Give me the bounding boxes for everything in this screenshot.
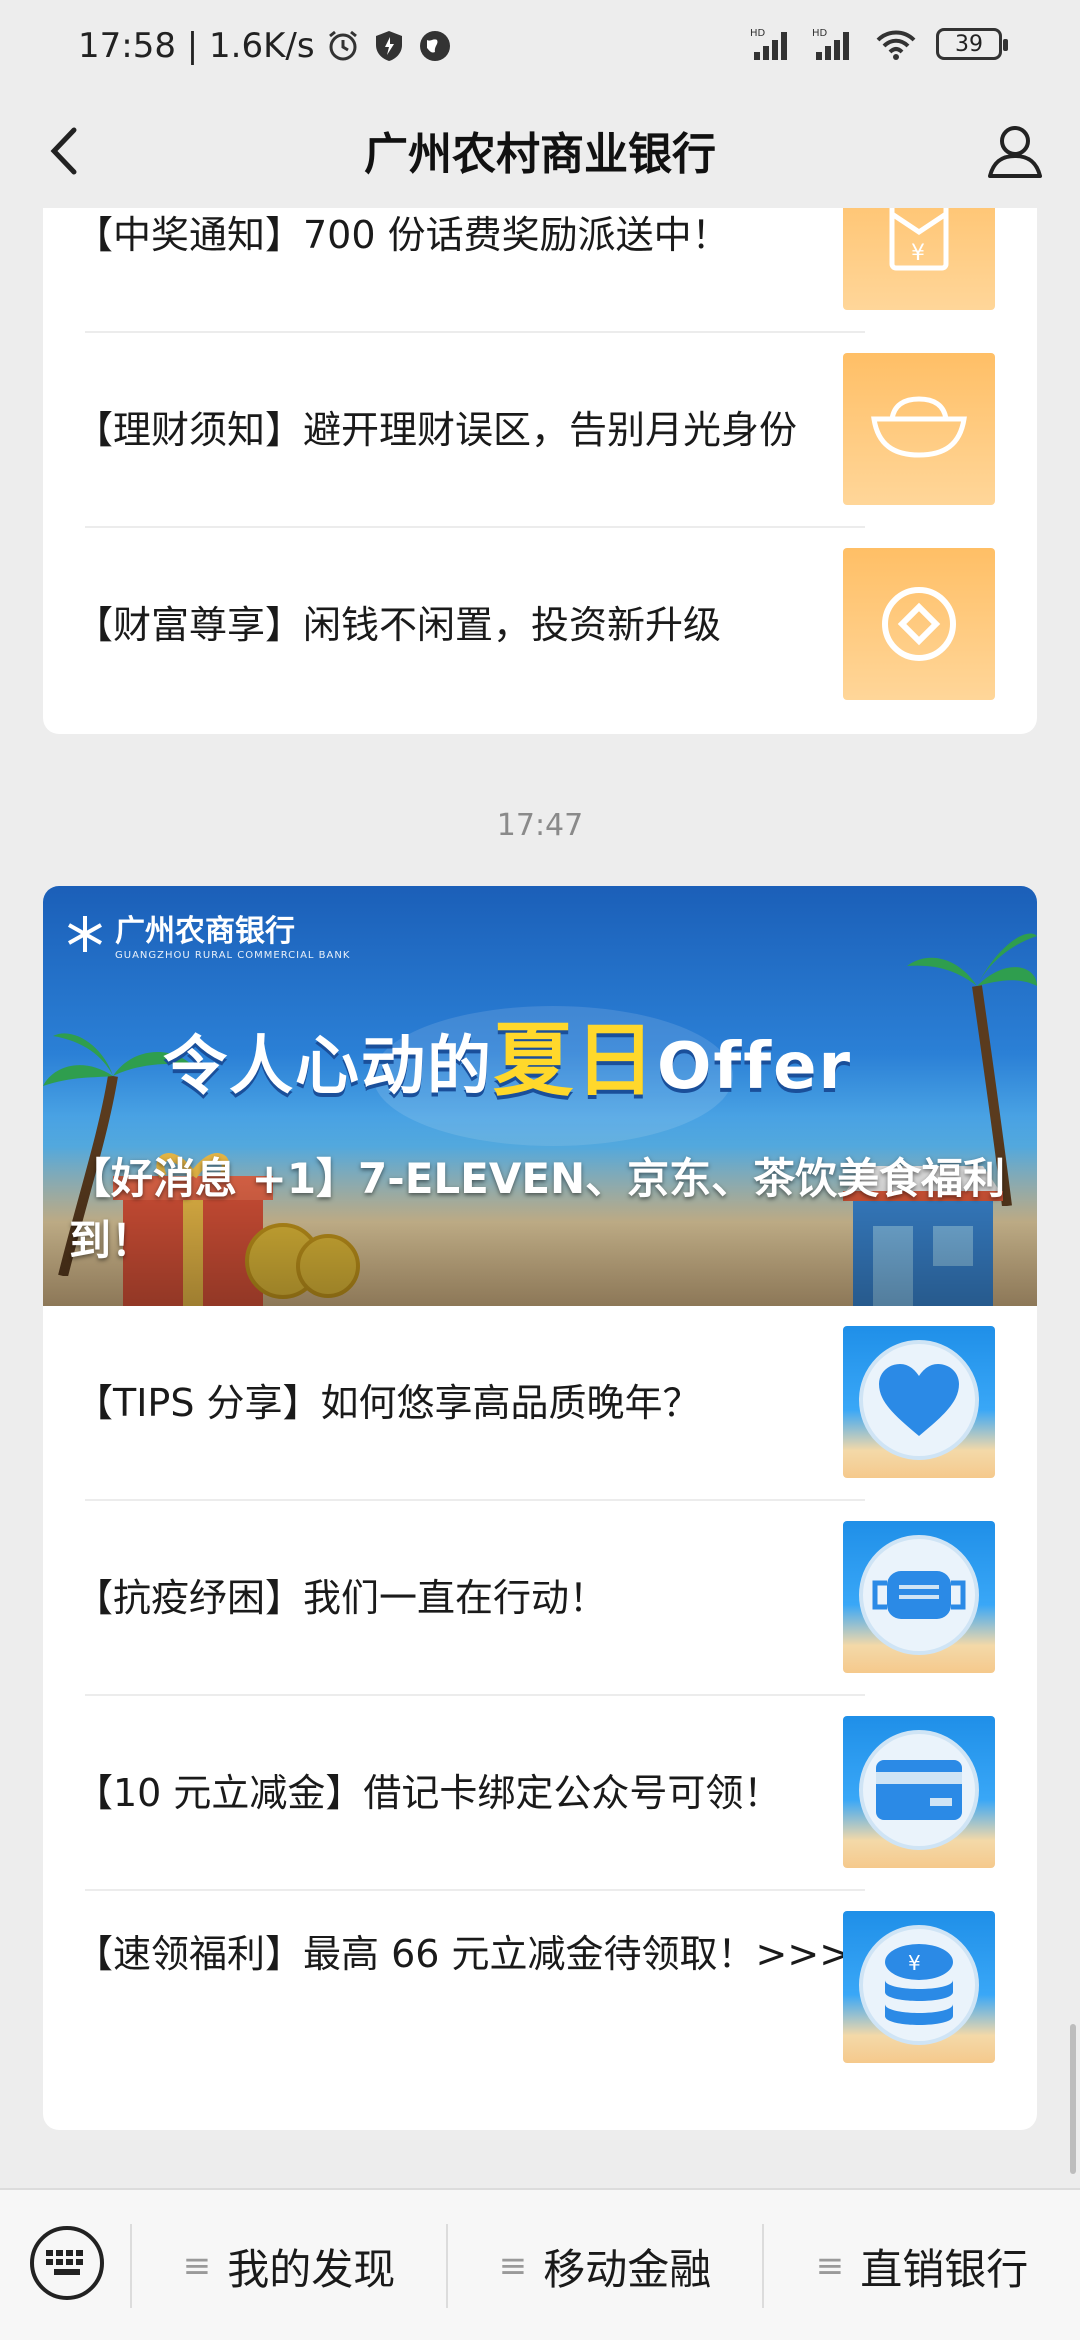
article-title[interactable]: 【理财须知】避开理财误区，告别月光身份 <box>75 401 865 459</box>
status-left: 17:58 | 1.6K/s <box>78 26 453 66</box>
bottom-menu-bar: ≡ 我的发现 ≡ 移动金融 ≡ 直销银行 <box>0 2188 1080 2340</box>
yuan-coins-icon: ¥ <box>885 1944 953 2025</box>
article-row[interactable]: 【财富尊享】闲钱不闲置，投资新升级 <box>43 528 1037 723</box>
banner-title[interactable]: 【好消息 +1】7-ELEVEN、京东、茶饮美食福利到！ <box>69 1148 1019 1272</box>
menu-my-discovery[interactable]: ≡ 我的发现 <box>132 2190 446 2340</box>
menu-label: 直销银行 <box>860 2244 1029 2294</box>
menu-lines-icon: ≡ <box>498 2246 528 2286</box>
bank-logo-icon <box>68 915 102 952</box>
article-row[interactable]: 【抗疫纾困】我们一直在行动！ <box>43 1501 1037 1696</box>
article-row[interactable]: 【速领福利】最高 66 元立减金待领取！>>> ¥ <box>43 1891 1037 2086</box>
menu-lines-icon: ≡ <box>182 2246 212 2286</box>
thumb-circle <box>859 1730 979 1850</box>
article-card-bottom: 广州农商银行 GUANGZHOU RURAL COMMERCIAL BANK 令… <box>43 886 1037 2130</box>
thumb-circle <box>859 1535 979 1655</box>
scrollbar[interactable] <box>1070 2024 1076 2174</box>
article-title[interactable]: 【速领福利】最高 66 元立减金待领取！>>> <box>75 1925 865 1983</box>
banner-article[interactable]: 广州农商银行 GUANGZHOU RURAL COMMERCIAL BANK 令… <box>43 886 1037 1306</box>
article-row[interactable]: 【理财须知】避开理财误区，告别月光身份 <box>43 333 1037 528</box>
article-title[interactable]: 【抗疫纾困】我们一直在行动！ <box>75 1569 865 1627</box>
banner-slogan: 令人心动的夏日Offer <box>163 996 852 1112</box>
svg-text:HD: HD <box>812 28 828 39</box>
bank-card-icon <box>876 1760 962 1820</box>
article-thumb[interactable] <box>843 1521 995 1673</box>
slogan-pre: 令人心动的 <box>163 1030 493 1104</box>
status-time: 17:58 | 1.6K/s <box>78 26 315 66</box>
status-bar: 17:58 | 1.6K/s HD HD 39 <box>0 0 1080 96</box>
thumb-circle: ¥ <box>859 1925 979 2045</box>
article-thumb[interactable] <box>843 353 995 505</box>
signal-hd-icon: HD <box>750 28 787 60</box>
keyboard-toggle-button[interactable] <box>30 2226 104 2300</box>
menu-lines-icon: ≡ <box>815 2246 845 2286</box>
slogan-highlight: 夏日 <box>493 1014 657 1107</box>
thumb-circle <box>859 1340 979 1460</box>
battery-indicator: 39 <box>936 28 1008 60</box>
svg-text:¥: ¥ <box>911 241 925 266</box>
menu-label: 我的发现 <box>227 2244 396 2294</box>
face-mask-icon <box>872 1571 966 1619</box>
globe-icon <box>419 31 450 61</box>
bank-logo-sub: GUANGZHOU RURAL COMMERCIAL BANK <box>115 950 351 961</box>
message-timestamp: 17:47 <box>496 808 584 843</box>
menu-direct-bank[interactable]: ≡ 直销银行 <box>764 2190 1080 2340</box>
signal-hd-icon-2: HD <box>812 28 849 60</box>
article-thumb[interactable] <box>843 1326 995 1478</box>
coin-icon <box>882 587 956 661</box>
alarm-icon <box>328 30 357 61</box>
article-title[interactable]: 【财富尊享】闲钱不闲置，投资新升级 <box>75 596 865 654</box>
battery-level: 39 <box>955 31 983 57</box>
bank-logo: 广州农商银行 GUANGZHOU RURAL COMMERCIAL BANK <box>65 906 350 961</box>
article-title[interactable]: 【10 元立减金】借记卡绑定公众号可领！ <box>75 1764 865 1822</box>
page-title: 广州农村商业银行 <box>364 129 716 180</box>
status-right: HD HD 39 <box>750 26 1008 62</box>
wifi-icon <box>876 30 916 60</box>
article-row[interactable]: 【中奖通知】700 份话费奖励派送中！ ¥ <box>43 208 1037 333</box>
menu-mobile-finance[interactable]: ≡ 移动金融 <box>448 2190 762 2340</box>
article-thumb[interactable] <box>843 548 995 700</box>
article-thumb[interactable]: ¥ <box>843 208 995 310</box>
heart-icon <box>879 1364 959 1436</box>
article-thumb[interactable]: ¥ <box>843 1911 995 2063</box>
gold-ingot-icon <box>871 396 967 458</box>
shield-icon <box>375 31 402 61</box>
menu-label: 移动金融 <box>543 2244 712 2294</box>
article-title[interactable]: 【中奖通知】700 份话费奖励派送中！ <box>75 208 865 264</box>
red-envelope-icon: ¥ <box>889 208 949 271</box>
svg-text:HD: HD <box>750 28 766 39</box>
svg-text:¥: ¥ <box>908 1951 921 1975</box>
article-thumb[interactable] <box>843 1716 995 1868</box>
slogan-post: Offer <box>657 1030 853 1104</box>
keyboard-icon <box>46 2250 83 2275</box>
nav-bar: 广州农村商业银行 <box>0 96 1080 208</box>
profile-icon[interactable] <box>980 116 1050 186</box>
article-row[interactable]: 【10 元立减金】借记卡绑定公众号可领！ <box>43 1696 1037 1891</box>
article-title[interactable]: 【TIPS 分享】如何悠享高品质晚年？ <box>75 1374 865 1432</box>
article-card-top: 【中奖通知】700 份话费奖励派送中！ ¥ 【理财须知】避开理财误区，告别月光身… <box>43 208 1037 734</box>
bank-logo-name: 广州农商银行 <box>115 914 295 949</box>
article-row[interactable]: 【TIPS 分享】如何悠享高品质晚年？ <box>43 1306 1037 1501</box>
